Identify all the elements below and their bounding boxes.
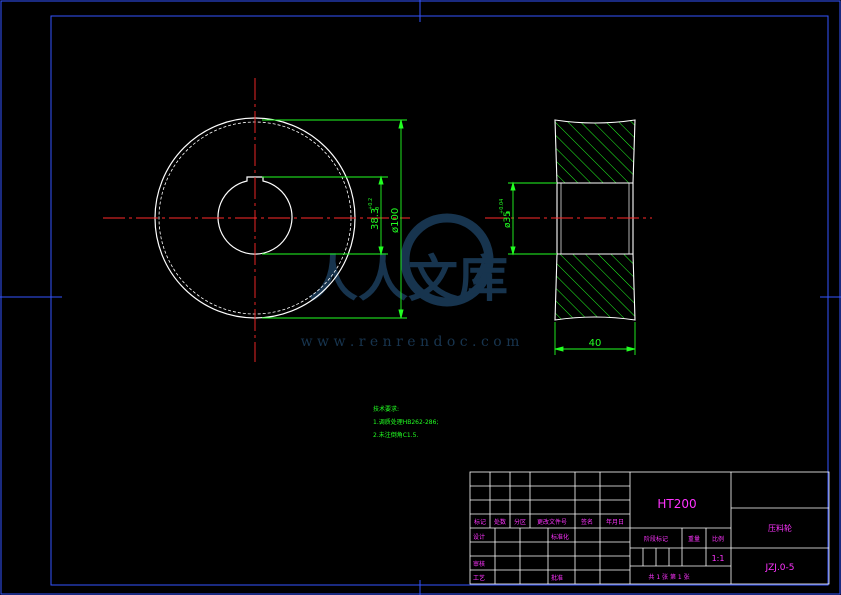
width-value: 40 xyxy=(589,338,602,349)
process-label: 工艺 xyxy=(473,574,485,582)
weight-label: 重量 xyxy=(688,535,700,543)
header-signature: 签名 xyxy=(581,518,593,526)
material-text: HT200 xyxy=(657,497,696,511)
watermark-text: 人人文库 xyxy=(308,250,508,308)
keyway-tol-lower: 0 xyxy=(375,207,381,210)
outer-arrow-top xyxy=(398,119,404,129)
notes-line-1: 1.调质处理HB262-286; xyxy=(373,418,438,426)
notes-title: 技术要求: xyxy=(373,405,399,413)
bore-arrow-bottom xyxy=(510,246,516,256)
part-name-text: 压料轮 xyxy=(768,523,792,533)
drawing-canvas: 人人文库 w w w . r e n r e n d o c . c o m 3… xyxy=(0,0,841,595)
design-label: 设计 xyxy=(473,533,485,541)
watermark: 人人文库 w w w . r e n r e n d o c . c o m xyxy=(301,213,520,350)
width-arrow-right xyxy=(626,346,636,352)
bore-tol-lower: 0 xyxy=(506,211,512,214)
bore-arrow-top xyxy=(510,181,516,191)
front-view xyxy=(103,78,410,362)
approve-label: 批准 xyxy=(551,574,563,582)
width-arrow-left xyxy=(554,346,564,352)
front-dimension-text: 38.3 +0.2 0 ø100 xyxy=(368,198,401,233)
header-count: 处数 xyxy=(494,518,506,526)
keyway-tol-upper: +0.2 xyxy=(368,198,374,210)
title-block-text: HT200 压料轮 JZJ.0-5 1:1 标记 处数 分区 更改文件号 签名 … xyxy=(473,497,795,582)
header-mark: 标记 xyxy=(474,518,486,526)
watermark-url: w w w . r e n r e n d o c . c o m xyxy=(301,334,520,350)
header-change-doc: 更改文件号 xyxy=(537,518,567,526)
section-top-hatch xyxy=(554,119,636,184)
header-date: 年月日 xyxy=(606,518,624,526)
section-bottom-hatch xyxy=(554,253,636,321)
sheets-label: 共 1 张 第 1 张 xyxy=(648,573,689,581)
technical-notes: 技术要求: 1.调质处理HB262-286; 2.未注倒角C1.5. xyxy=(373,405,438,439)
bore-tol-upper: +0.04 xyxy=(499,199,505,214)
keyway-depth-value: 38.3 xyxy=(370,208,381,230)
header-zone: 分区 xyxy=(514,518,526,526)
outer-arrow-bottom xyxy=(398,309,404,319)
stage-label: 阶段标记 xyxy=(644,535,668,543)
keyway-arrow-top xyxy=(378,175,384,185)
scale-label: 比例 xyxy=(712,535,724,543)
outer-diameter-value: ø100 xyxy=(390,208,401,233)
notes-line-2: 2.未注倒角C1.5. xyxy=(373,431,418,439)
drawing-number-text: JZJ.0-5 xyxy=(764,563,794,573)
check-label: 审核 xyxy=(473,560,485,568)
scale-value-text: 1:1 xyxy=(712,554,725,563)
standardize-label: 标准化 xyxy=(551,533,569,541)
